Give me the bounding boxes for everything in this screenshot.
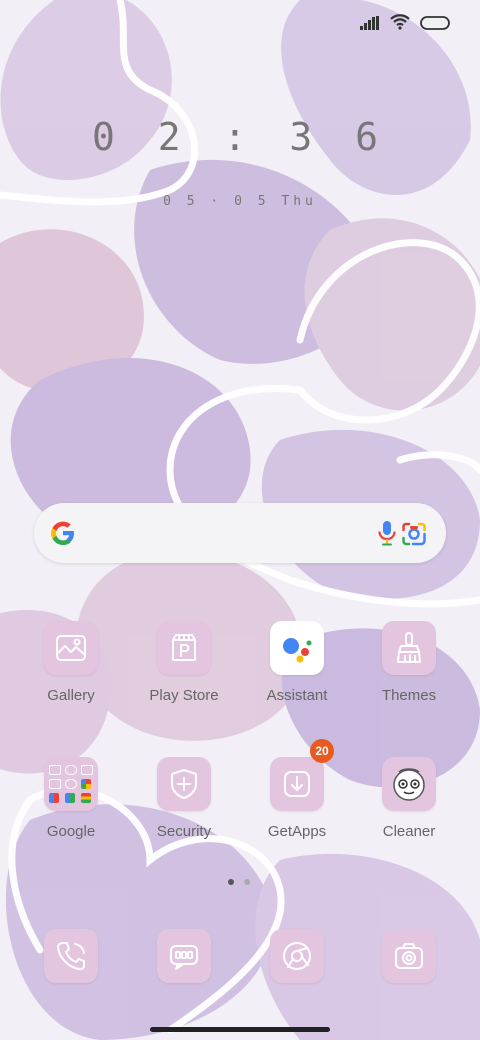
mini-drive-icon (49, 793, 59, 803)
app-label: Assistant (266, 687, 328, 704)
getapps-icon (270, 757, 324, 811)
camera-icon (382, 929, 436, 983)
app-label: Play Store (149, 687, 219, 704)
app-cleaner[interactable]: Cleaner (359, 757, 459, 840)
mini-app-icon (65, 765, 77, 775)
page-dot-active (228, 879, 234, 885)
app-label: Security (156, 823, 212, 840)
app-label: Cleaner (382, 823, 436, 840)
mini-meet-icon (65, 793, 75, 803)
app-security[interactable]: Security (134, 757, 234, 840)
assistant-icon (270, 621, 324, 675)
mini-photos-icon (81, 779, 91, 789)
mini-app-icon (49, 779, 61, 789)
app-getapps[interactable]: 20 GetApps (247, 739, 347, 840)
phone-icon (44, 929, 98, 983)
clock-date: 0 5 · 0 5 Thu (163, 194, 317, 209)
dock-camera[interactable] (359, 929, 459, 983)
app-themes[interactable]: Themes (359, 621, 459, 704)
wifi-icon (390, 14, 410, 34)
page-dot (244, 879, 250, 885)
clock-time[interactable]: 0 2 : 3 6 (0, 115, 480, 159)
google-search-bar[interactable] (34, 503, 446, 563)
messages-icon (157, 929, 211, 983)
brush-icon (382, 621, 436, 675)
google-g-icon (49, 519, 77, 551)
microphone-icon[interactable] (377, 520, 397, 550)
battery-icon (420, 15, 450, 34)
folder-icon (44, 757, 98, 811)
gallery-icon (44, 621, 98, 675)
cleaner-mascot-icon (382, 757, 436, 811)
signal-icon (360, 15, 380, 34)
mini-app-icon (81, 765, 93, 775)
mini-gmail-icon (49, 765, 61, 775)
google-lens-icon[interactable] (401, 521, 427, 551)
app-play-store[interactable]: Play Store (134, 621, 234, 704)
app-label: Themes (381, 687, 437, 704)
shield-plus-icon (157, 757, 211, 811)
mini-app-icon (65, 779, 77, 789)
dock-browser[interactable] (247, 929, 347, 983)
browser-icon (270, 929, 324, 983)
notification-badge: 20 (310, 739, 334, 763)
app-label: GetApps (267, 823, 327, 840)
app-label: Google (46, 823, 96, 840)
app-assistant[interactable]: Assistant (247, 621, 347, 704)
app-google-folder[interactable]: Google (21, 757, 121, 840)
home-indicator[interactable] (150, 1027, 330, 1032)
play-store-icon (157, 621, 211, 675)
dock-phone[interactable] (21, 929, 121, 983)
mini-google-icon (81, 793, 91, 803)
dock-messages[interactable] (134, 929, 234, 983)
status-bar (360, 14, 450, 34)
app-label: Gallery (47, 687, 95, 704)
app-gallery[interactable]: Gallery (21, 621, 121, 704)
page-indicator (228, 879, 250, 885)
